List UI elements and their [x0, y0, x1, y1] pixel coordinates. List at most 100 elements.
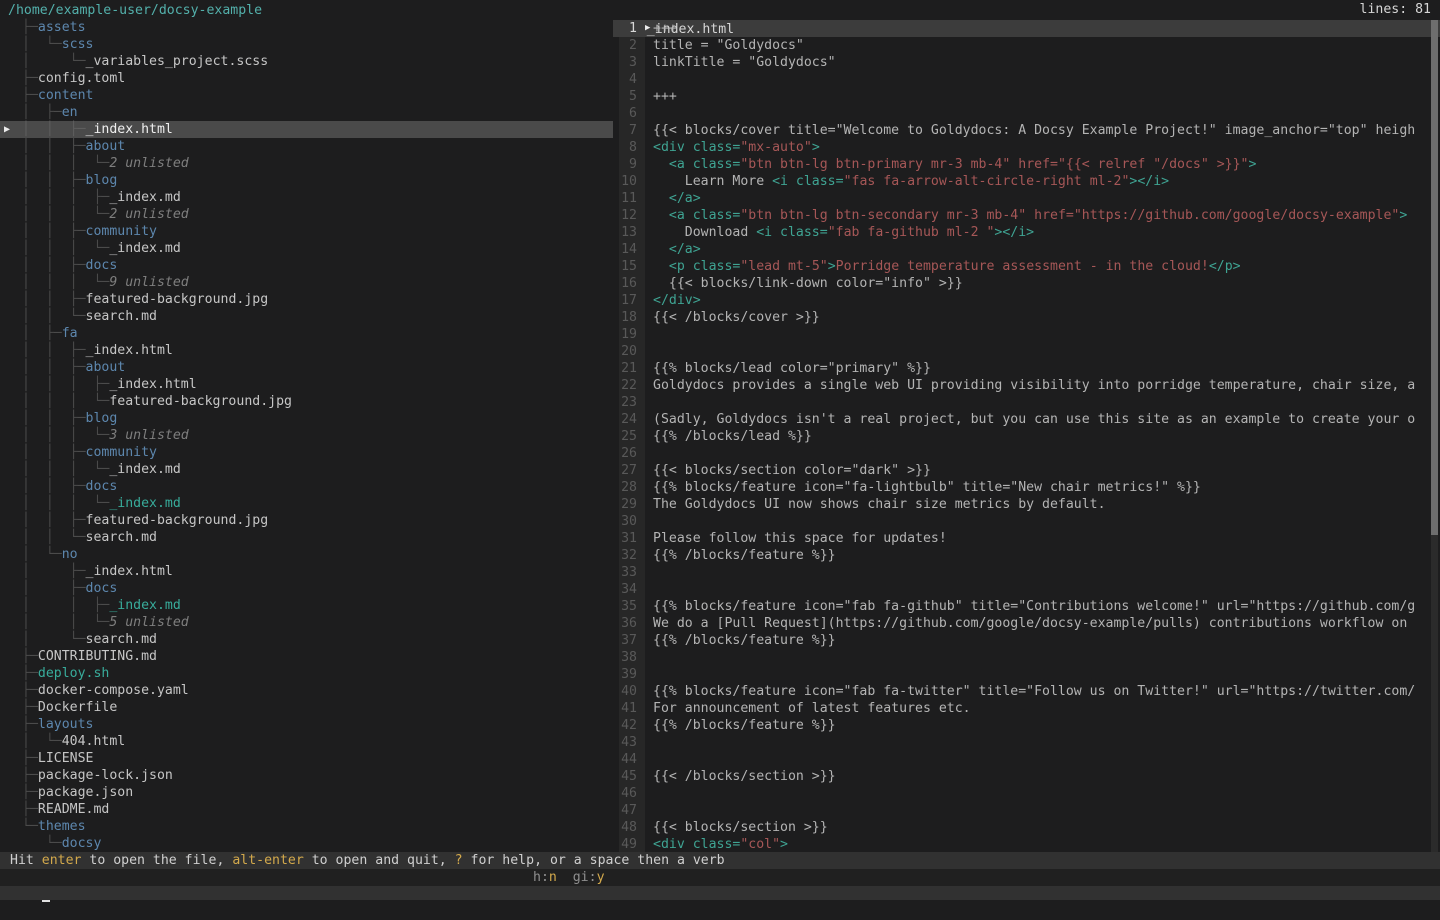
tree-row[interactable]: │ │ ├─blog — [0, 172, 613, 189]
tree-row[interactable]: ├─CONTRIBUTING.md — [0, 648, 613, 665]
code-segment: <i class= — [772, 174, 843, 189]
tree-dir-name: blog — [86, 411, 118, 426]
tree-row[interactable]: │ │ ├─blog — [0, 410, 613, 427]
tree-row[interactable]: │ │ │ └─2 unlisted — [0, 206, 613, 223]
code-line: 36We do a [Pull Request](https://github.… — [613, 615, 1440, 632]
scrollbar-thumb[interactable] — [1431, 20, 1438, 535]
line-number: 45 — [619, 768, 645, 785]
tree-branch-lines: ├─ — [22, 802, 38, 817]
tree-row[interactable]: │ │ │ └─_index.md — [0, 240, 613, 257]
tree-row[interactable]: ├─package.json — [0, 784, 613, 801]
tree-row[interactable]: │ │ ├─community — [0, 223, 613, 240]
tree-branch-lines: │ │ ├─ — [22, 173, 86, 188]
line-number: 8 — [619, 139, 645, 156]
tree-row[interactable]: │ │ └─search.md — [0, 529, 613, 546]
code-segment: (Sadly, Goldydocs isn't a real project, … — [653, 412, 1415, 427]
line-number: 25 — [619, 428, 645, 445]
tree-row[interactable]: ├─assets — [0, 19, 613, 36]
tree-row[interactable]: │ │ │ └─featured-background.jpg — [0, 393, 613, 410]
code-line: 17</div> — [613, 292, 1440, 309]
tree-row[interactable]: ├─layouts — [0, 716, 613, 733]
code-segment: {{< /blocks/section >}} — [653, 769, 836, 784]
tree-dir-name: scss — [62, 37, 94, 52]
tree-row[interactable]: │ └─scss — [0, 36, 613, 53]
tree-row[interactable]: │ │ │ └─9 unlisted — [0, 274, 613, 291]
code-segment: > — [828, 259, 836, 274]
tree-file-name: _index.md — [109, 598, 180, 613]
line-number: 15 — [619, 258, 645, 275]
code-line-content — [645, 649, 1440, 666]
code-line-content — [645, 343, 1440, 360]
tree-row[interactable]: ├─deploy.sh — [0, 665, 613, 682]
tree-branch-lines: │ └─ — [22, 547, 62, 562]
tree-row[interactable]: │ ├─docs — [0, 580, 613, 597]
tree-file-name: _index.html — [86, 564, 173, 579]
unlisted-count: 2 unlisted — [109, 156, 188, 171]
tree-row[interactable]: │ │ ├─docs — [0, 257, 613, 274]
command-input-line[interactable]: :e h:n gi:y — [0, 869, 1440, 886]
tree-branch-lines: │ │ │ ├─ — [22, 190, 109, 205]
tree-row[interactable]: │ │ ├─_index.md — [0, 597, 613, 614]
tree-row[interactable]: └─themes — [0, 818, 613, 835]
tree-row[interactable]: │ │ ├─_index.html — [0, 342, 613, 359]
line-number: 41 — [619, 700, 645, 717]
tree-branch-lines: │ │ │ └─ — [22, 207, 109, 222]
tree-row[interactable]: │ │ │ └─3 unlisted — [0, 427, 613, 444]
tree-row[interactable]: │ │ │ ├─_index.html — [0, 376, 613, 393]
code-line: 38 — [613, 649, 1440, 666]
line-number: 7 — [619, 122, 645, 139]
selection-pointer-icon: ▶ — [4, 121, 10, 138]
scrollbar[interactable] — [1431, 20, 1438, 852]
code-line: 22Goldydocs provides a single web UI pro… — [613, 377, 1440, 394]
tree-row[interactable]: │ └─no — [0, 546, 613, 563]
tree-branch-lines: ├─ — [22, 717, 38, 732]
tree-row[interactable]: ▶│ │ ├─_index.html — [0, 121, 613, 138]
code-segment: href="https://github.com/google/docsy-ex… — [1026, 208, 1399, 223]
tree-row[interactable]: │ ├─_index.html — [0, 563, 613, 580]
tree-row[interactable]: │ └─404.html — [0, 733, 613, 750]
tree-row[interactable]: │ │ └─5 unlisted — [0, 614, 613, 631]
code-line-content: Learn More <i class="fas fa-arrow-alt-ci… — [645, 173, 1440, 190]
code-segment: <i class= — [756, 225, 827, 240]
tree-row[interactable]: ├─LICENSE — [0, 750, 613, 767]
code-line: 31Please follow this space for updates! — [613, 530, 1440, 547]
mode-flags: h:n gi:y — [533, 869, 605, 886]
preview-header: _index.html lines: 81 — [613, 0, 1440, 20]
tree-row[interactable]: │ │ │ └─2 unlisted — [0, 155, 613, 172]
tree-row[interactable]: │ │ │ └─_index.md — [0, 495, 613, 512]
tree-row[interactable]: │ │ ├─community — [0, 444, 613, 461]
status-key-hint: ? — [455, 853, 463, 868]
tree-branch-lines: │ │ └─ — [22, 530, 86, 545]
line-number: 10 — [619, 173, 645, 190]
tree-row[interactable]: │ │ │ └─_index.md — [0, 461, 613, 478]
tree-row[interactable]: │ │ ├─about — [0, 138, 613, 155]
tree-row[interactable]: ├─Dockerfile — [0, 699, 613, 716]
tree-row[interactable]: │ │ │ ├─_index.md — [0, 189, 613, 206]
tree-row[interactable]: │ │ ├─featured-background.jpg — [0, 291, 613, 308]
code-segment: {{% /blocks/feature %}} — [653, 718, 836, 733]
tree-row[interactable]: └─docsy — [0, 835, 613, 852]
tree-row[interactable]: ├─package-lock.json — [0, 767, 613, 784]
tree-row[interactable]: │ ├─fa — [0, 325, 613, 342]
code-segment: <a class= — [669, 208, 740, 223]
tree-row[interactable]: │ └─search.md — [0, 631, 613, 648]
tree-branch-lines: │ │ ├─ — [22, 343, 86, 358]
tree-file-name: search.md — [86, 309, 157, 324]
line-number: 35 — [619, 598, 645, 615]
tree-row[interactable]: │ │ ├─featured-background.jpg — [0, 512, 613, 529]
tree-row[interactable]: │ └─_variables_project.scss — [0, 53, 613, 70]
unlisted-count: 5 unlisted — [109, 615, 188, 630]
tree-row[interactable]: ├─docker-compose.yaml — [0, 682, 613, 699]
tree-row[interactable]: ├─content — [0, 87, 613, 104]
line-number: 19 — [619, 326, 645, 343]
tree-row[interactable]: ├─config.toml — [0, 70, 613, 87]
tree-row[interactable]: │ │ ├─docs — [0, 478, 613, 495]
code-segment: +++ — [653, 21, 677, 36]
tree-row[interactable]: │ │ └─search.md — [0, 308, 613, 325]
code-line: 14 </a> — [613, 241, 1440, 258]
tree-row[interactable]: │ ├─en — [0, 104, 613, 121]
code-line: 46 — [613, 785, 1440, 802]
tree-row[interactable]: │ │ ├─about — [0, 359, 613, 376]
code-line-content — [645, 734, 1440, 751]
tree-row[interactable]: ├─README.md — [0, 801, 613, 818]
